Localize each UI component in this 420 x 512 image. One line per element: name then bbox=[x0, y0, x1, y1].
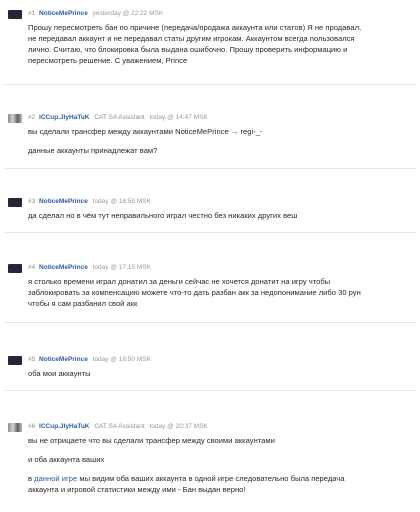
post-paragraph: данные аккаунты принадлежат вам? bbox=[28, 146, 158, 155]
post-body: оба мои аккаунты bbox=[4, 368, 416, 379]
post-paragraph: и оба аккаунта ваших bbox=[28, 455, 105, 464]
author-link[interactable]: NoticeMePrince bbox=[39, 198, 88, 205]
avatar[interactable] bbox=[8, 423, 22, 432]
post-body: я столько времени играл донатил за деньг… bbox=[4, 276, 416, 309]
avatar[interactable] bbox=[8, 198, 22, 207]
post-body: Прошу пересмотреть бан по причине (перед… bbox=[4, 22, 416, 66]
post-paragraph: вы сделали трансфер между аккаунтами Not… bbox=[28, 127, 263, 136]
post-text-line: заблокировать за компенсацию можете что-… bbox=[28, 288, 361, 297]
post-number[interactable]: #6 bbox=[28, 423, 35, 430]
avatar[interactable] bbox=[8, 10, 22, 19]
post-6: #6 ICCup.JlyHaTuK CAT SA Assistant today… bbox=[4, 421, 416, 507]
post-number[interactable]: #1 bbox=[28, 10, 35, 17]
post-number[interactable]: #3 bbox=[28, 198, 35, 205]
post-timestamp: yesterday @ 22:22 MSK bbox=[92, 10, 164, 17]
game-link[interactable]: данной игре bbox=[34, 474, 77, 483]
post-text-line: Прошу пересмотреть бан по причине (перед… bbox=[28, 23, 362, 32]
post-text: мы видим оба ваших аккаунта в одной игре… bbox=[77, 474, 345, 483]
author-role: CAT SA Assistant bbox=[94, 114, 145, 121]
post-number[interactable]: #2 bbox=[28, 114, 35, 121]
post-timestamp: today @ 17:15 MSK bbox=[92, 264, 151, 271]
post-2: #2 ICCup.JlyHaTuK CAT SA Assistant today… bbox=[4, 112, 416, 169]
post-1: #1 NoticeMePrince yesterday @ 22:22 MSK … bbox=[4, 8, 416, 85]
post-number[interactable]: #4 bbox=[28, 264, 35, 271]
post-number[interactable]: #5 bbox=[28, 356, 35, 363]
author-link[interactable]: NoticeMePrince bbox=[39, 264, 88, 271]
ban-appeal-thread: #1 NoticeMePrince yesterday @ 22:22 MSK … bbox=[0, 0, 420, 512]
post-timestamp: today @ 14:47 MSK bbox=[149, 114, 208, 121]
post-4: #4 NoticeMePrince today @ 17:15 MSK я ст… bbox=[4, 262, 416, 323]
post-text-line: оба мои аккаунты bbox=[28, 369, 91, 378]
post-5: #5 NoticeMePrince today @ 18:50 MSK оба … bbox=[4, 354, 416, 391]
avatar[interactable] bbox=[8, 114, 22, 123]
post-body: да сделал но в чём тут неправильного игр… bbox=[4, 210, 416, 221]
author-link[interactable]: ICCup.JlyHaTuK bbox=[39, 114, 89, 121]
author-role: CAT SA Assistant bbox=[94, 423, 145, 430]
post-text-line: да сделал но в чём тут неправильного игр… bbox=[28, 211, 298, 220]
post-timestamp: today @ 18:50 MSK bbox=[92, 356, 151, 363]
post-text: аккаунта и игровой статистики между ими … bbox=[28, 485, 246, 494]
post-body: вы не отрицаете что вы сделали трансфер … bbox=[4, 435, 416, 495]
post-timestamp: today @ 16:58 MSK bbox=[92, 198, 151, 205]
post-paragraph: в данной игре мы видим оба ваших аккаунт… bbox=[28, 473, 410, 495]
avatar[interactable] bbox=[8, 264, 22, 273]
avatar[interactable] bbox=[8, 356, 22, 365]
post-text-line: чтобы я сам разбанил свой акк bbox=[28, 299, 138, 308]
post-text-line: лично. Считаю, что блокировка была выдан… bbox=[28, 45, 348, 54]
post-paragraph: вы не отрицаете что вы сделали трансфер … bbox=[28, 436, 275, 445]
post-text-line: пересмотреть решение. С уважением, Princ… bbox=[28, 56, 188, 65]
author-link[interactable]: ICCup.JlyHaTuK bbox=[39, 423, 89, 430]
post-body: вы сделали трансфер между аккаунтами Not… bbox=[4, 126, 416, 156]
post-3: #3 NoticeMePrince today @ 16:58 MSK да с… bbox=[4, 196, 416, 233]
author-link[interactable]: NoticeMePrince bbox=[39, 10, 88, 17]
author-link[interactable]: NoticeMePrince bbox=[39, 356, 88, 363]
post-text-line: я столько времени играл донатил за деньг… bbox=[28, 277, 331, 286]
post-text-line: не передавал аккаунт и не передавал стат… bbox=[28, 34, 355, 43]
post-timestamp: today @ 20:37 MSK bbox=[149, 423, 208, 430]
